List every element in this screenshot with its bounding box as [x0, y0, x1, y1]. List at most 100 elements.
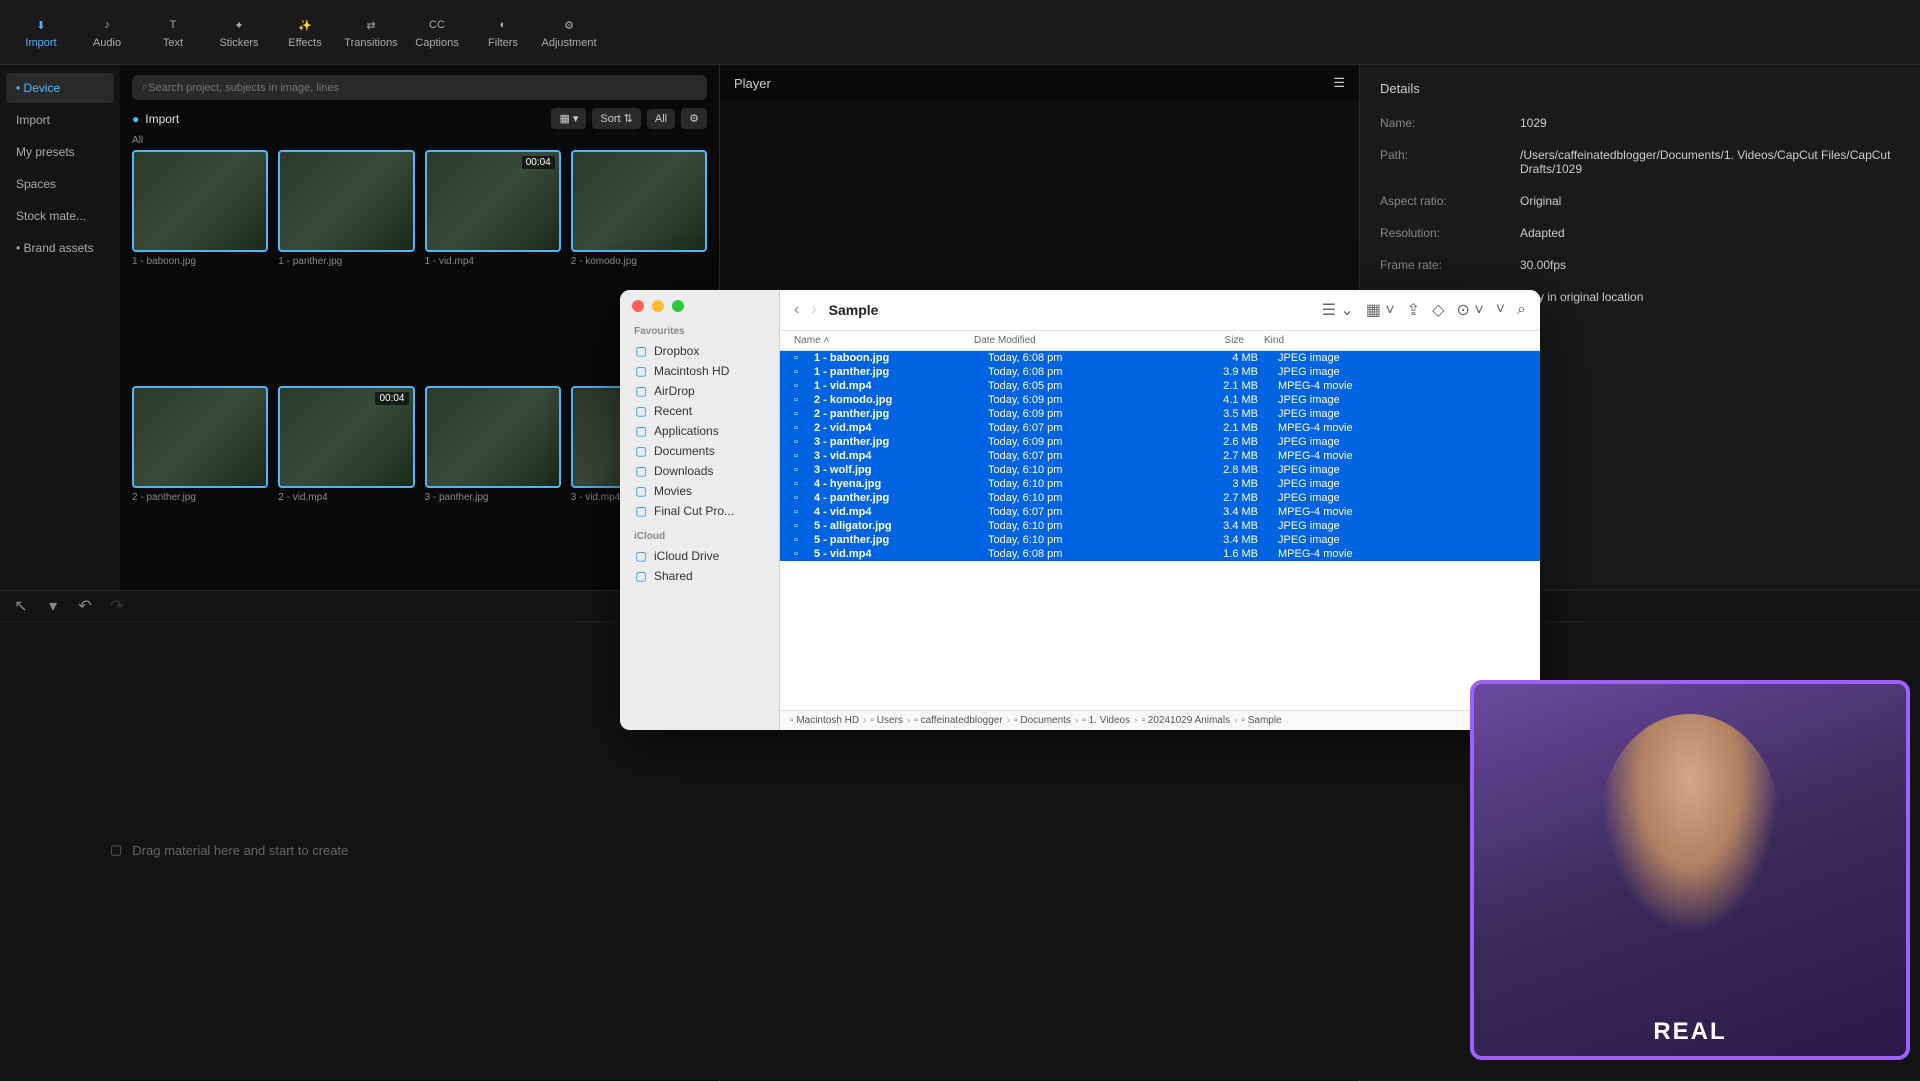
player-menu-icon[interactable]: ☰	[1333, 75, 1345, 91]
path-segment[interactable]: ▫ Macintosh HD	[790, 715, 859, 726]
detail-value: Adapted	[1520, 226, 1900, 240]
sidebar-item[interactable]: Import	[6, 105, 114, 135]
list-view-icon[interactable]: ☰ ⌄	[1322, 300, 1354, 320]
media-thumb[interactable]: 00:04 1 - vid.mp4	[425, 150, 561, 376]
media-thumb[interactable]: 1 - baboon.jpg	[132, 150, 268, 376]
file-row[interactable]: ▫ 5 - panther.jpg Today, 6:10 pm 3.4 MB …	[780, 533, 1540, 547]
grid-view-icon[interactable]: ▦ ˅	[1366, 300, 1395, 320]
file-row[interactable]: ▫ 1 - panther.jpg Today, 6:08 pm 3.9 MB …	[780, 365, 1540, 379]
search-row[interactable]: ⌕	[132, 75, 707, 100]
stickers-icon: ✦	[229, 15, 249, 35]
file-row[interactable]: ▫ 4 - panther.jpg Today, 6:10 pm 2.7 MB …	[780, 491, 1540, 505]
path-segment[interactable]: ▫ Sample	[1241, 715, 1281, 726]
layout-toggle[interactable]: ▦ ▾	[551, 108, 586, 129]
finder-sidebar-item[interactable]: ▢Shared	[620, 566, 779, 586]
undo-icon[interactable]: ↶	[76, 597, 94, 615]
path-segment[interactable]: ▫ Users	[870, 715, 902, 726]
finder-window[interactable]: Favourites ▢Dropbox▢Macintosh HD▢AirDrop…	[620, 290, 1540, 730]
finder-sidebar-item[interactable]: ▢AirDrop	[620, 381, 779, 401]
file-row[interactable]: ▫ 5 - vid.mp4 Today, 6:08 pm 1.6 MB MPEG…	[780, 547, 1540, 561]
tool-stickers[interactable]: ✦ Stickers	[210, 8, 268, 56]
file-row[interactable]: ▫ 2 - komodo.jpg Today, 6:09 pm 4.1 MB J…	[780, 393, 1540, 407]
file-icon: ▫	[794, 520, 808, 532]
finder-file-list[interactable]: ▫ 1 - baboon.jpg Today, 6:08 pm 4 MB JPE…	[780, 351, 1540, 710]
path-segment[interactable]: ▫ 20241029 Animals	[1141, 715, 1230, 726]
share-icon[interactable]: ⇪	[1407, 300, 1420, 320]
file-row[interactable]: ▫ 3 - vid.mp4 Today, 6:07 pm 2.7 MB MPEG…	[780, 449, 1540, 463]
col-date[interactable]: Date Modified	[974, 335, 1164, 346]
filter-icon[interactable]: ⚙	[681, 108, 707, 129]
finder-sidebar-item[interactable]: ▢Documents	[620, 441, 779, 461]
file-row[interactable]: ▫ 5 - alligator.jpg Today, 6:10 pm 3.4 M…	[780, 519, 1540, 533]
action-icon[interactable]: ⊙ ˅	[1456, 300, 1483, 320]
col-name[interactable]: Name ˄	[794, 335, 974, 346]
tool-effects[interactable]: ✨ Effects	[276, 8, 334, 56]
file-row[interactable]: ▫ 3 - wolf.jpg Today, 6:10 pm 2.8 MB JPE…	[780, 463, 1540, 477]
sidebar-item[interactable]: • Brand assets	[6, 233, 114, 263]
back-icon[interactable]: ‹	[794, 301, 799, 319]
file-icon: ▫	[794, 548, 808, 560]
tool-text[interactable]: T Text	[144, 8, 202, 56]
timeline-drop-hint: ▢ Drag material here and start to create	[110, 842, 348, 858]
sort-button[interactable]: Sort ⇅	[592, 108, 640, 129]
folder-icon: ▢	[634, 344, 648, 358]
file-row[interactable]: ▫ 4 - hyena.jpg Today, 6:10 pm 3 MB JPEG…	[780, 477, 1540, 491]
tool-transitions[interactable]: ⇄ Transitions	[342, 8, 400, 56]
tag-icon[interactable]: ◇	[1432, 300, 1444, 320]
finder-sidebar-item[interactable]: ▢Applications	[620, 421, 779, 441]
media-thumb[interactable]: 2 - panther.jpg	[132, 386, 268, 612]
file-row[interactable]: ▫ 1 - baboon.jpg Today, 6:08 pm 4 MB JPE…	[780, 351, 1540, 365]
path-segment[interactable]: ▫ 1. Videos	[1082, 715, 1130, 726]
tool-adjustment[interactable]: ⚙ Adjustment	[540, 8, 598, 56]
tool-captions[interactable]: CC Captions	[408, 8, 466, 56]
thumb-label: 3 - panther.jpg	[425, 492, 561, 503]
chevron-down-icon[interactable]: ˅	[1496, 301, 1505, 319]
file-row[interactable]: ▫ 2 - vid.mp4 Today, 6:07 pm 2.1 MB MPEG…	[780, 421, 1540, 435]
tool-filters[interactable]: ◐ Filters	[474, 8, 532, 56]
finder-sidebar-item[interactable]: ▢Movies	[620, 481, 779, 501]
sidebar-item[interactable]: • Device	[6, 73, 114, 103]
forward-icon[interactable]: ›	[811, 301, 816, 319]
close-icon[interactable]	[632, 300, 644, 312]
col-kind[interactable]: Kind	[1264, 335, 1526, 346]
file-row[interactable]: ▫ 3 - panther.jpg Today, 6:09 pm 2.6 MB …	[780, 435, 1540, 449]
media-thumb[interactable]: 1 - panther.jpg	[278, 150, 414, 376]
sidebar-item[interactable]: Spaces	[6, 169, 114, 199]
file-row[interactable]: ▫ 4 - vid.mp4 Today, 6:07 pm 3.4 MB MPEG…	[780, 505, 1540, 519]
tool-label: Effects	[288, 37, 321, 49]
tool-label: Stickers	[219, 37, 258, 49]
tool-label: Transitions	[344, 37, 397, 49]
finder-sidebar-item[interactable]: ▢Recent	[620, 401, 779, 421]
import-button[interactable]: Import	[145, 112, 179, 126]
pointer-tool-icon[interactable]: ↖	[12, 597, 30, 615]
sidebar-item[interactable]: Stock mate...	[6, 201, 114, 231]
tool-audio[interactable]: ♪ Audio	[78, 8, 136, 56]
col-size[interactable]: Size	[1164, 335, 1264, 346]
finder-sidebar-item[interactable]: ▢Final Cut Pro...	[620, 501, 779, 521]
tool-import[interactable]: ⬇ Import	[12, 8, 70, 56]
presenter-figure	[1600, 714, 1780, 934]
file-row[interactable]: ▫ 2 - panther.jpg Today, 6:09 pm 3.5 MB …	[780, 407, 1540, 421]
file-row[interactable]: ▫ 1 - vid.mp4 Today, 6:05 pm 2.1 MB MPEG…	[780, 379, 1540, 393]
finder-sidebar-item[interactable]: ▢Macintosh HD	[620, 361, 779, 381]
media-thumb[interactable]: 00:04 2 - vid.mp4	[278, 386, 414, 612]
redo-icon[interactable]: ↷	[108, 597, 126, 615]
finder-sidebar-item[interactable]: ▢iCloud Drive	[620, 546, 779, 566]
maximize-icon[interactable]	[672, 300, 684, 312]
finder-sidebar-item[interactable]: ▢Dropbox	[620, 341, 779, 361]
favourites-header: Favourites	[620, 322, 779, 341]
path-segment[interactable]: ▫ caffeinatedblogger	[914, 715, 1002, 726]
tool-label: Text	[163, 37, 183, 49]
shirt-text: REAL	[1653, 1018, 1726, 1046]
finder-sidebar-item[interactable]: ▢Downloads	[620, 461, 779, 481]
finder-path-bar[interactable]: ▫ Macintosh HD ›▫ Users ›▫ caffeinatedbl…	[780, 710, 1540, 730]
sidebar-item[interactable]: My presets	[6, 137, 114, 167]
filter-all[interactable]: All	[647, 109, 675, 129]
search-icon[interactable]: ⌕	[1517, 301, 1526, 319]
media-thumb[interactable]: 3 - panther.jpg	[425, 386, 561, 612]
path-segment[interactable]: ▫ Documents	[1014, 715, 1071, 726]
pointer-dropdown-icon[interactable]: ▾	[44, 597, 62, 615]
import-icon: ⬇	[31, 15, 51, 35]
search-input[interactable]	[148, 82, 697, 94]
minimize-icon[interactable]	[652, 300, 664, 312]
